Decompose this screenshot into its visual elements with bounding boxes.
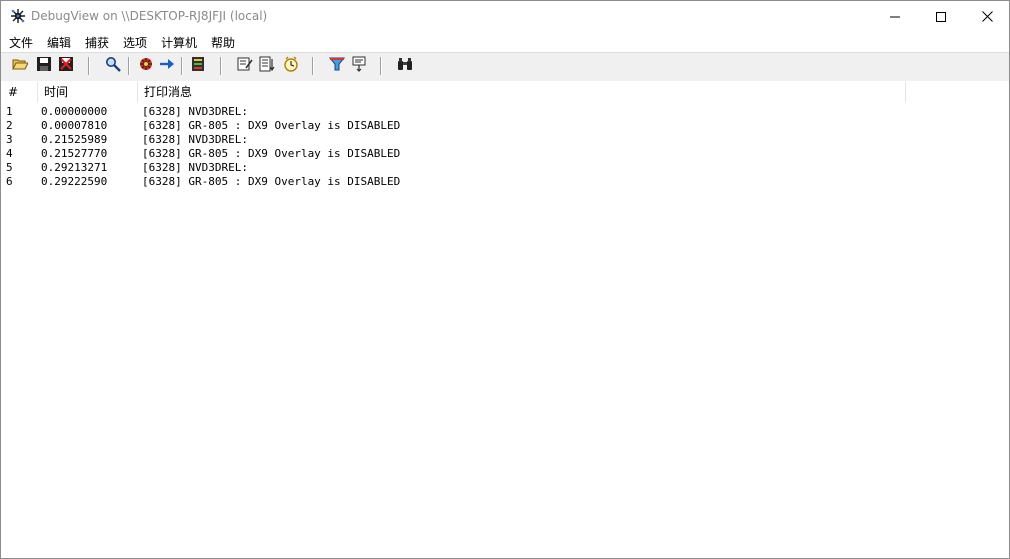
table-row[interactable]: 3 0.21525989 [6328] NVD3DREL:	[1, 133, 1009, 147]
menu-capture[interactable]: 捕获	[85, 34, 109, 51]
row-message: [6328] GR-805 : DX9 Overlay is DISABLED	[142, 147, 401, 160]
capture-icon	[138, 56, 154, 76]
row-index: 5	[6, 161, 13, 174]
toolbar-separator	[220, 57, 222, 75]
column-divider[interactable]	[37, 82, 38, 102]
clear-display-button[interactable]	[57, 57, 75, 75]
toolbar-separator	[128, 57, 130, 75]
column-divider[interactable]	[905, 82, 906, 102]
column-header-message[interactable]: 打印消息	[139, 81, 905, 103]
table-row[interactable]: 1 0.00000000 [6328] NVD3DREL:	[1, 105, 1009, 119]
filter-icon	[328, 56, 346, 76]
close-icon	[981, 7, 993, 26]
save-icon	[36, 56, 52, 76]
table-row[interactable]: 4 0.21527770 [6328] GR-805 : DX9 Overlay…	[1, 147, 1009, 161]
column-divider[interactable]	[137, 82, 138, 102]
menu-bar: 文件 编辑 捕获 选项 计算机 帮助	[1, 32, 1009, 52]
row-index: 1	[6, 105, 13, 118]
maximize-button[interactable]	[918, 1, 964, 32]
row-message: [6328] GR-805 : DX9 Overlay is DISABLED	[142, 175, 401, 188]
row-time: 0.29222590	[41, 175, 108, 188]
table-row[interactable]: 2 0.00007810 [6328] GR-805 : DX9 Overlay…	[1, 119, 1009, 133]
menu-file[interactable]: 文件	[9, 34, 33, 51]
filter-settings-icon	[351, 56, 367, 76]
row-time: 0.00000000	[41, 105, 108, 118]
close-button[interactable]	[964, 1, 1009, 32]
maximize-icon	[936, 7, 946, 26]
row-time: 0.00007810	[41, 119, 108, 132]
toolbar-separator	[312, 57, 314, 75]
toolbar-separator	[181, 57, 183, 75]
menu-options[interactable]: 选项	[123, 34, 147, 51]
row-message: [6328] NVD3DREL:	[142, 105, 248, 118]
highlight-button[interactable]	[236, 57, 254, 75]
search-binoculars-button[interactable]	[396, 57, 414, 75]
history-depth-button[interactable]	[189, 57, 207, 75]
save-button[interactable]	[35, 57, 53, 75]
minimize-button[interactable]	[872, 1, 918, 32]
clock-icon	[283, 56, 299, 76]
toolbar-separator	[380, 57, 382, 75]
time-format-icon	[259, 56, 275, 76]
row-index: 2	[6, 119, 13, 132]
minimize-icon	[890, 7, 900, 26]
toolbar-separator	[88, 57, 90, 75]
autoscroll-icon	[159, 56, 175, 76]
filter-button[interactable]	[328, 57, 346, 75]
toolbar	[1, 52, 1009, 82]
window-title: DebugView on \\DESKTOP-RJ8JFJI (local)	[31, 9, 268, 23]
menu-computer[interactable]: 计算机	[161, 34, 197, 51]
debugview-window: DebugView on \\DESKTOP-RJ8JFJI (local) 文…	[0, 0, 1010, 559]
clock-button[interactable]	[282, 56, 300, 76]
highlight-icon	[237, 56, 253, 76]
menu-edit[interactable]: 编辑	[47, 34, 71, 51]
table-row[interactable]: 5 0.29213271 [6328] NVD3DREL:	[1, 161, 1009, 175]
row-time: 0.29213271	[41, 161, 108, 174]
debugview-app-icon	[10, 8, 26, 24]
row-index: 6	[6, 175, 13, 188]
row-message: [6328] NVD3DREL:	[142, 133, 248, 146]
open-button[interactable]	[11, 57, 29, 75]
row-time: 0.21527770	[41, 147, 108, 160]
row-message: [6328] GR-805 : DX9 Overlay is DISABLED	[142, 119, 401, 132]
table-row[interactable]: 6 0.29222590 [6328] GR-805 : DX9 Overlay…	[1, 175, 1009, 189]
title-bar[interactable]: DebugView on \\DESKTOP-RJ8JFJI (local)	[1, 1, 1009, 32]
autoscroll-button[interactable]	[158, 57, 176, 75]
find-button[interactable]	[104, 57, 122, 75]
clear-display-icon	[58, 56, 74, 76]
capture-button[interactable]	[137, 57, 155, 75]
row-time: 0.21525989	[41, 133, 108, 146]
open-icon	[12, 56, 29, 76]
history-depth-icon	[190, 56, 206, 76]
column-header-index[interactable]: #	[3, 81, 37, 103]
search-binoculars-icon	[397, 56, 413, 76]
column-header-time[interactable]: 时间	[39, 81, 137, 103]
list-header: # 时间 打印消息	[1, 81, 1009, 103]
list-rows: 1 0.00000000 [6328] NVD3DREL: 2 0.000078…	[1, 105, 1009, 189]
filter-settings-button[interactable]	[350, 56, 368, 76]
row-message: [6328] NVD3DREL:	[142, 161, 248, 174]
row-index: 3	[6, 133, 13, 146]
find-icon	[105, 56, 121, 76]
menu-help[interactable]: 帮助	[211, 34, 235, 51]
time-format-button[interactable]	[258, 56, 276, 76]
log-list[interactable]: # 时间 打印消息 1 0.00000000 [6328] NVD3DREL: …	[1, 81, 1009, 558]
row-index: 4	[6, 147, 13, 160]
